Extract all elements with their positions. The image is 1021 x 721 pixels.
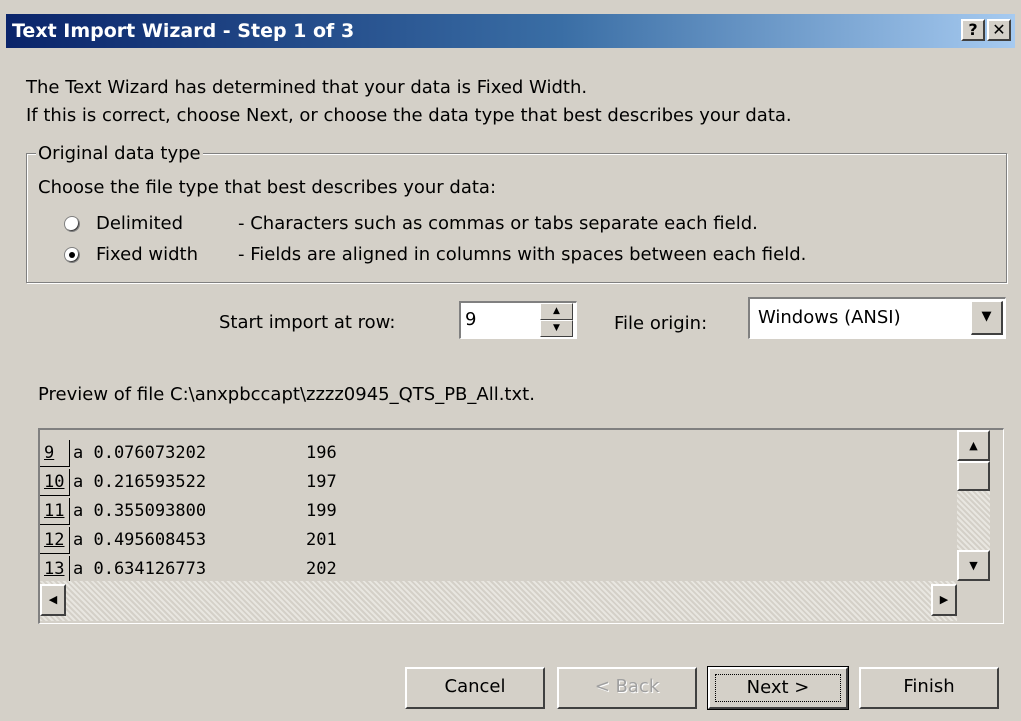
scroll-right-icon[interactable]: ▶ (931, 584, 957, 616)
row-value: 196 (306, 443, 337, 463)
row-text: a 0.076073202 (73, 443, 207, 463)
radio-fixed-width-description: - Fields are aligned in columns with spa… (238, 244, 807, 265)
preview-label: Preview of file C:\anxpbccapt\zzzz0945_Q… (38, 384, 535, 405)
chevron-down-icon[interactable]: ▼ (971, 301, 1003, 335)
intro-line-2: If this is correct, choose Next, or choo… (26, 105, 792, 126)
spin-up-icon[interactable]: ▲ (540, 303, 573, 320)
file-origin-label: File origin: (614, 313, 708, 334)
scroll-left-icon[interactable]: ◀ (40, 584, 66, 616)
window-title: Text Import Wizard - Step 1 of 3 (12, 20, 355, 42)
row-value: 199 (306, 501, 337, 521)
radio-delimited-label[interactable]: Delimited (96, 213, 183, 234)
radio-fixed-width-circle[interactable] (64, 247, 80, 263)
start-row-stepper[interactable]: ▲ ▼ (540, 303, 573, 337)
row-text: a 0.355093800 (73, 501, 207, 521)
row-number: 13 (40, 556, 70, 583)
group-instruction: Choose the file type that best describes… (38, 177, 497, 198)
spin-down-icon[interactable]: ▼ (540, 320, 573, 337)
next-button-label[interactable]: Next > (715, 674, 841, 702)
intro-line-1: The Text Wizard has determined that your… (26, 77, 588, 98)
row-value: 201 (306, 530, 337, 550)
scroll-down-icon[interactable]: ▼ (957, 550, 990, 581)
finish-button[interactable]: Finish (859, 667, 999, 709)
row-number: 11 (40, 498, 70, 525)
file-origin-value[interactable]: Windows (ANSI) (758, 307, 901, 328)
help-button[interactable]: ? (961, 19, 985, 41)
cancel-button[interactable]: Cancel (405, 667, 545, 709)
preview-pane[interactable]: 9 a 0.076073202 196 10 a 0.216593522 197… (38, 428, 1004, 624)
row-text: a 0.634126773 (73, 559, 207, 579)
radio-delimited-description: - Characters such as commas or tabs sepa… (238, 213, 758, 234)
group-legend: Original data type (36, 143, 203, 164)
back-button[interactable]: < Back (557, 667, 697, 709)
file-origin-select[interactable]: Windows (ANSI) ▼ (748, 297, 1006, 339)
next-button[interactable]: Next > (707, 666, 849, 710)
horizontal-scrollbar[interactable]: ◀ ▶ (40, 581, 957, 621)
scroll-up-icon[interactable]: ▲ (957, 430, 990, 461)
close-button[interactable]: ✕ (987, 19, 1011, 41)
row-value: 202 (306, 559, 337, 579)
row-number: 10 (40, 469, 70, 496)
row-number: 9 (40, 440, 70, 467)
vertical-scroll-thumb[interactable] (957, 461, 990, 491)
start-row-label: Start import at row: (219, 312, 396, 333)
row-text: a 0.495608453 (73, 530, 207, 550)
row-value: 197 (306, 472, 337, 492)
title-bar: Text Import Wizard - Step 1 of 3 ? ✕ (6, 14, 1015, 48)
vertical-scrollbar[interactable]: ▲ ▼ (957, 430, 990, 581)
radio-fixed-width-label[interactable]: Fixed width (96, 244, 198, 265)
intro-text: The Text Wizard has determined that your… (26, 74, 792, 130)
row-number: 12 (40, 527, 70, 554)
radio-delimited-circle[interactable] (64, 216, 80, 232)
row-text: a 0.216593522 (73, 472, 207, 492)
